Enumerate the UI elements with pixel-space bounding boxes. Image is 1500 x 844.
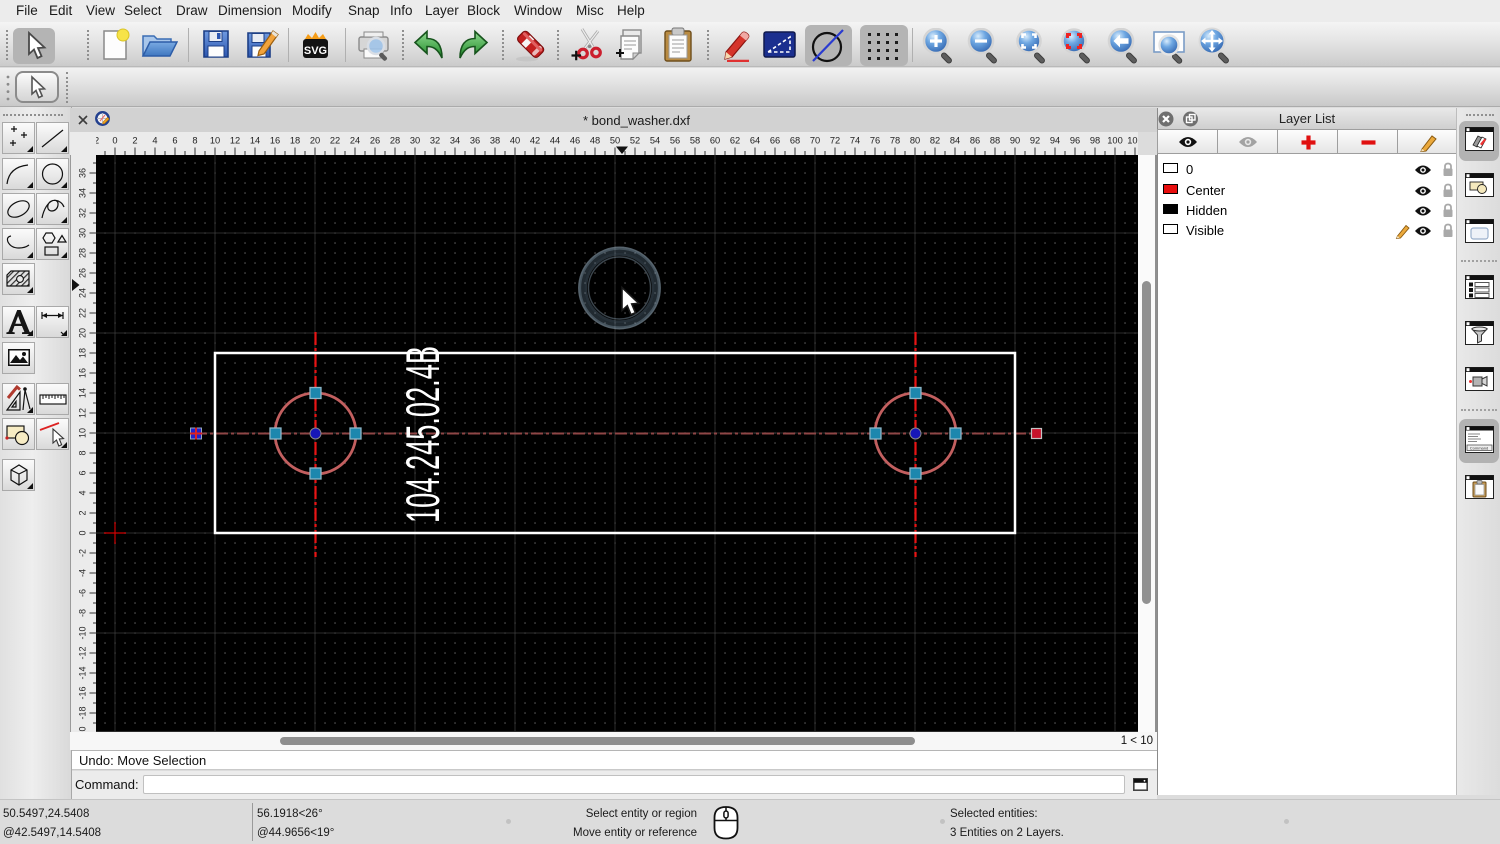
svg-text:22: 22 (77, 308, 87, 318)
svg-text:8: 8 (192, 136, 197, 146)
svg-text:20: 20 (310, 136, 320, 146)
svg-text:-16: -16 (77, 686, 87, 699)
svg-text:30: 30 (77, 228, 87, 238)
svg-text:100: 100 (1107, 136, 1123, 146)
svg-text:6: 6 (172, 136, 177, 146)
svg-text:44: 44 (550, 136, 560, 146)
svg-text:82: 82 (930, 136, 940, 146)
svg-text:32: 32 (77, 208, 87, 218)
svg-text:88: 88 (990, 136, 1000, 146)
svg-text:-6: -6 (77, 589, 87, 597)
svg-text:104.245.02.4B: 104.245.02.4B (396, 346, 449, 523)
svg-text:18: 18 (290, 136, 300, 146)
svg-text:34: 34 (450, 136, 460, 146)
svg-text:4: 4 (77, 490, 87, 495)
svg-text:22: 22 (330, 136, 340, 146)
svg-text:SVG: SVG (304, 45, 327, 57)
svg-text:56: 56 (670, 136, 680, 146)
svg-text:Command: Command (1470, 446, 1488, 451)
svg-text:14: 14 (77, 388, 87, 398)
svg-text:40: 40 (510, 136, 520, 146)
svg-text:-12: -12 (77, 646, 87, 659)
svg-text:48: 48 (590, 136, 600, 146)
svg-text:30: 30 (410, 136, 420, 146)
svg-text:-14: -14 (77, 666, 87, 679)
svg-text:80: 80 (910, 136, 920, 146)
svg-text:4: 4 (152, 136, 157, 146)
svg-text:54: 54 (650, 136, 660, 146)
svg-text:74: 74 (850, 136, 860, 146)
svg-text:-10: -10 (77, 626, 87, 639)
svg-text:26: 26 (77, 268, 87, 278)
svg-text:62: 62 (730, 136, 740, 146)
svg-text:24: 24 (350, 136, 360, 146)
svg-text:24: 24 (77, 288, 87, 298)
svg-text:84: 84 (950, 136, 960, 146)
svg-text:36: 36 (77, 168, 87, 178)
svg-text:-4: -4 (77, 569, 87, 577)
svg-text:10: 10 (77, 428, 87, 438)
svg-text:42: 42 (530, 136, 540, 146)
svg-text:12: 12 (230, 136, 240, 146)
svg-text:102: 102 (1127, 136, 1138, 146)
svg-text:12: 12 (77, 408, 87, 418)
svg-text:0: 0 (77, 530, 87, 535)
svg-text:70: 70 (810, 136, 820, 146)
svg-text:96: 96 (1070, 136, 1080, 146)
svg-text:34: 34 (77, 188, 87, 198)
svg-text:16: 16 (77, 368, 87, 378)
svg-text:52: 52 (630, 136, 640, 146)
svg-text:78: 78 (890, 136, 900, 146)
svg-text:0: 0 (112, 136, 117, 146)
svg-text:68: 68 (790, 136, 800, 146)
svg-text:-18: -18 (77, 706, 87, 719)
svg-text:20: 20 (77, 328, 87, 338)
svg-text:60: 60 (710, 136, 720, 146)
svg-text:58: 58 (690, 136, 700, 146)
svg-text:32: 32 (430, 136, 440, 146)
svg-text:10: 10 (210, 136, 220, 146)
svg-text:26: 26 (370, 136, 380, 146)
svg-text:-2: -2 (77, 549, 87, 557)
svg-text:28: 28 (390, 136, 400, 146)
svg-text:46: 46 (570, 136, 580, 146)
svg-text:-2: -2 (96, 136, 99, 146)
svg-text:76: 76 (870, 136, 880, 146)
svg-text:36: 36 (470, 136, 480, 146)
svg-text:90: 90 (1010, 136, 1020, 146)
svg-text:98: 98 (1090, 136, 1100, 146)
svg-text:50: 50 (610, 136, 620, 146)
svg-text:94: 94 (1050, 136, 1060, 146)
svg-text:38: 38 (490, 136, 500, 146)
svg-text:2: 2 (77, 510, 87, 515)
svg-text:2: 2 (132, 136, 137, 146)
svg-text:16: 16 (270, 136, 280, 146)
svg-text:18: 18 (77, 348, 87, 358)
svg-text:6: 6 (77, 470, 87, 475)
svg-text:72: 72 (830, 136, 840, 146)
svg-text:28: 28 (77, 248, 87, 258)
svg-text:-8: -8 (77, 609, 87, 617)
svg-text:86: 86 (970, 136, 980, 146)
svg-text:92: 92 (1030, 136, 1040, 146)
svg-text:66: 66 (770, 136, 780, 146)
svg-text:8: 8 (77, 450, 87, 455)
svg-text:14: 14 (250, 136, 260, 146)
svg-text:64: 64 (750, 136, 760, 146)
